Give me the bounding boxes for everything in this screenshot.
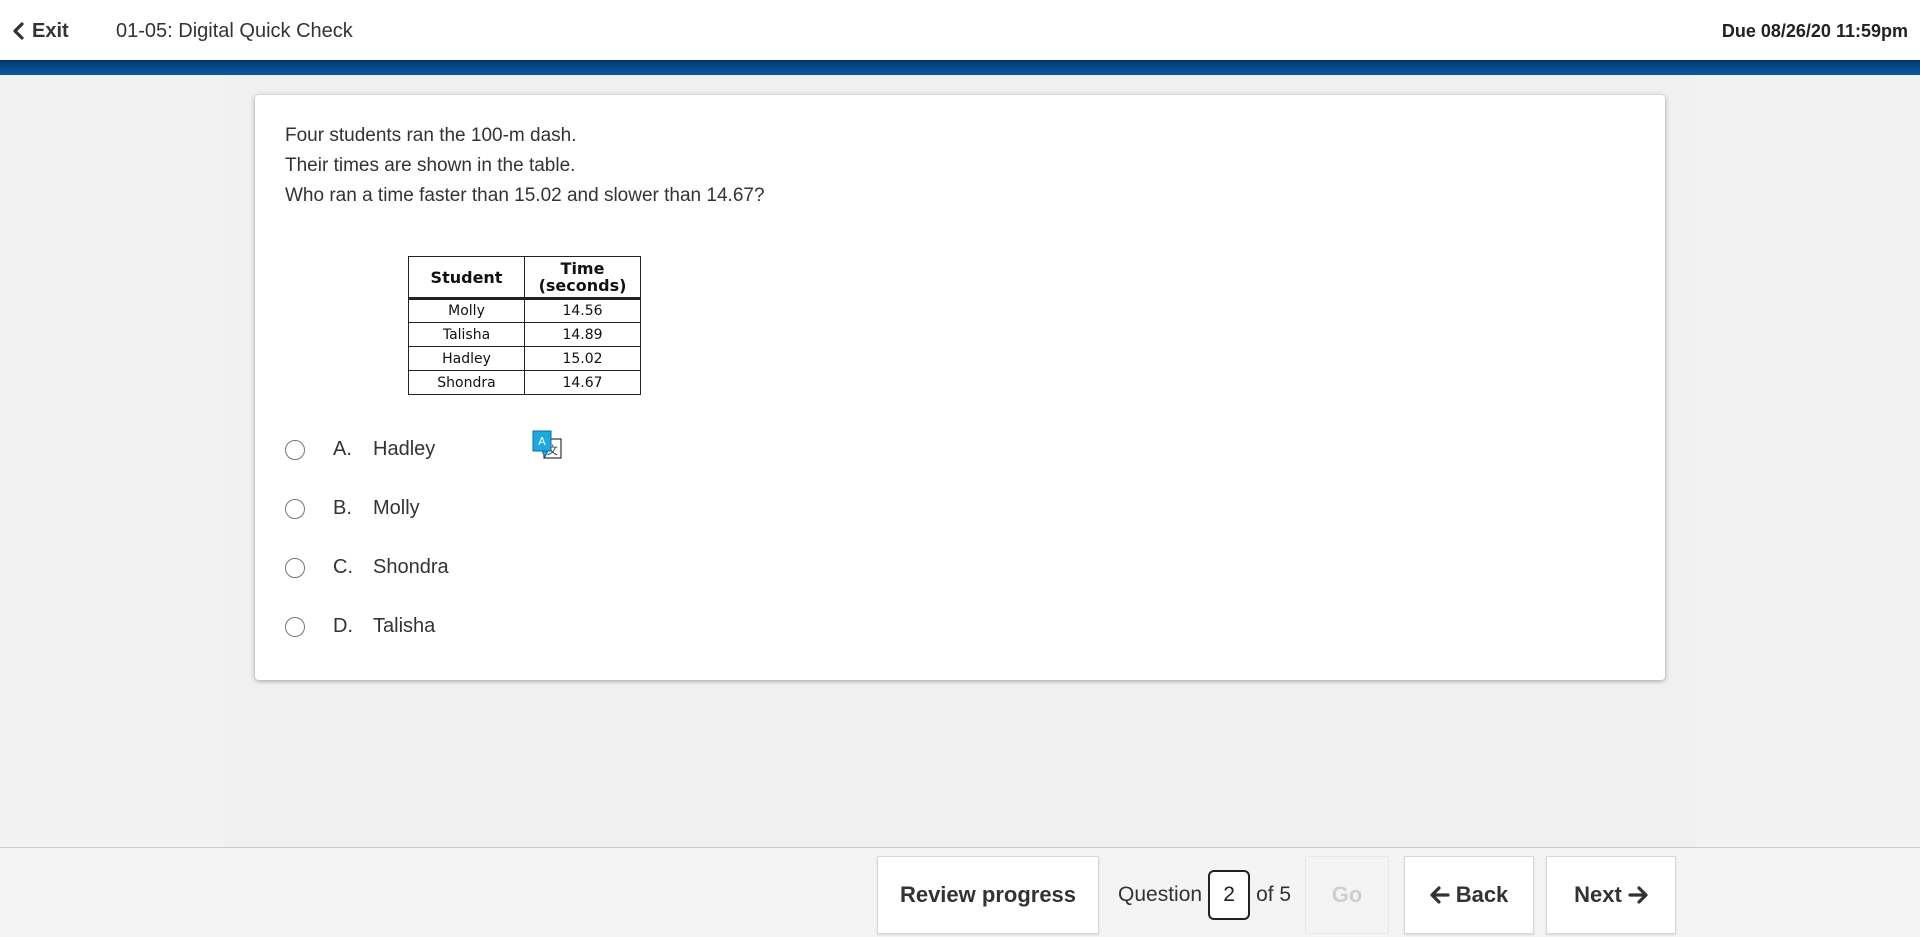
radio-button[interactable]	[285, 557, 305, 578]
bottom-navigation-bar: Review progress Question of 5 Go Back Ne…	[0, 847, 1920, 937]
assignment-title: 01-05: Digital Quick Check	[116, 20, 353, 42]
student-times-table: Student Time (seconds) Molly 14.56 Talis…	[408, 256, 641, 395]
exit-button[interactable]: Exit	[12, 18, 69, 44]
table-row: Molly 14.56	[408, 298, 641, 323]
choice-text: Shondra	[373, 556, 449, 578]
choice-text: Molly	[373, 497, 420, 519]
time-cell: 14.56	[524, 298, 641, 323]
go-button[interactable]: Go	[1305, 856, 1389, 934]
table-header-time-line2: (seconds)	[538, 276, 627, 295]
time-cell: 14.89	[524, 322, 641, 347]
due-date: Due 08/26/20 11:59pm	[1721, 21, 1908, 41]
answer-choice-a[interactable]: A. Hadley	[285, 420, 449, 479]
top-bar: Exit 01-05: Digital Quick Check Due 08/2…	[0, 0, 1920, 75]
answer-choice-c[interactable]: C. Shondra	[285, 538, 449, 597]
choice-letter: D.	[333, 615, 353, 637]
answer-choice-b[interactable]: B. Molly	[285, 479, 449, 538]
question-prompt: Four students ran the 100-m dash. Their …	[285, 121, 765, 211]
table-header-student: Student	[408, 256, 525, 300]
radio-button[interactable]	[285, 498, 305, 519]
student-name-cell: Molly	[408, 298, 525, 323]
time-cell: 15.02	[524, 346, 641, 371]
chevron-left-icon	[12, 22, 24, 40]
choice-text: Talisha	[373, 615, 436, 637]
table-row: Hadley 15.02	[408, 346, 641, 371]
choice-text: Hadley	[373, 438, 436, 460]
back-label: Back	[1455, 882, 1509, 907]
time-cell: 14.67	[524, 370, 641, 395]
choice-letter: B.	[333, 497, 352, 519]
question-label: Question	[1118, 883, 1203, 906]
table-row: Talisha 14.89	[408, 322, 641, 347]
student-name-cell: Talisha	[408, 322, 525, 347]
question-jump: Question of 5	[1101, 856, 1301, 934]
exit-label: Exit	[32, 19, 69, 42]
arrow-right-icon	[1628, 886, 1648, 904]
translate-button[interactable]: 文 A	[532, 430, 566, 462]
next-label: Next	[1574, 882, 1622, 907]
choice-letter: C.	[333, 556, 353, 578]
choice-letter: A.	[333, 438, 352, 460]
student-name-cell: Hadley	[408, 346, 525, 371]
question-card: Four students ran the 100-m dash. Their …	[255, 95, 1665, 680]
back-button[interactable]: Back	[1404, 856, 1534, 934]
table-row: Shondra 14.67	[408, 370, 641, 395]
prompt-line: Who ran a time faster than 15.02 and slo…	[285, 185, 765, 206]
answer-choices: A. Hadley B. Molly C. Shondra D. Talisha	[285, 420, 449, 656]
prompt-line: Four students ran the 100-m dash.	[285, 125, 577, 146]
next-button[interactable]: Next	[1546, 856, 1676, 934]
question-number-input[interactable]	[1208, 870, 1251, 920]
radio-button[interactable]	[285, 616, 305, 637]
svg-text:A: A	[538, 435, 546, 448]
question-total-label: of 5	[1256, 883, 1292, 906]
review-progress-button[interactable]: Review progress	[877, 856, 1099, 934]
translate-icon: 文 A	[532, 430, 562, 459]
header-accent-stripe	[0, 60, 1920, 75]
arrow-left-icon	[1430, 886, 1450, 904]
table-header-time: Time (seconds)	[524, 256, 641, 300]
radio-button[interactable]	[285, 439, 305, 460]
prompt-line: Their times are shown in the table.	[285, 155, 576, 176]
answer-choice-d[interactable]: D. Talisha	[285, 597, 449, 656]
student-name-cell: Shondra	[408, 370, 525, 395]
